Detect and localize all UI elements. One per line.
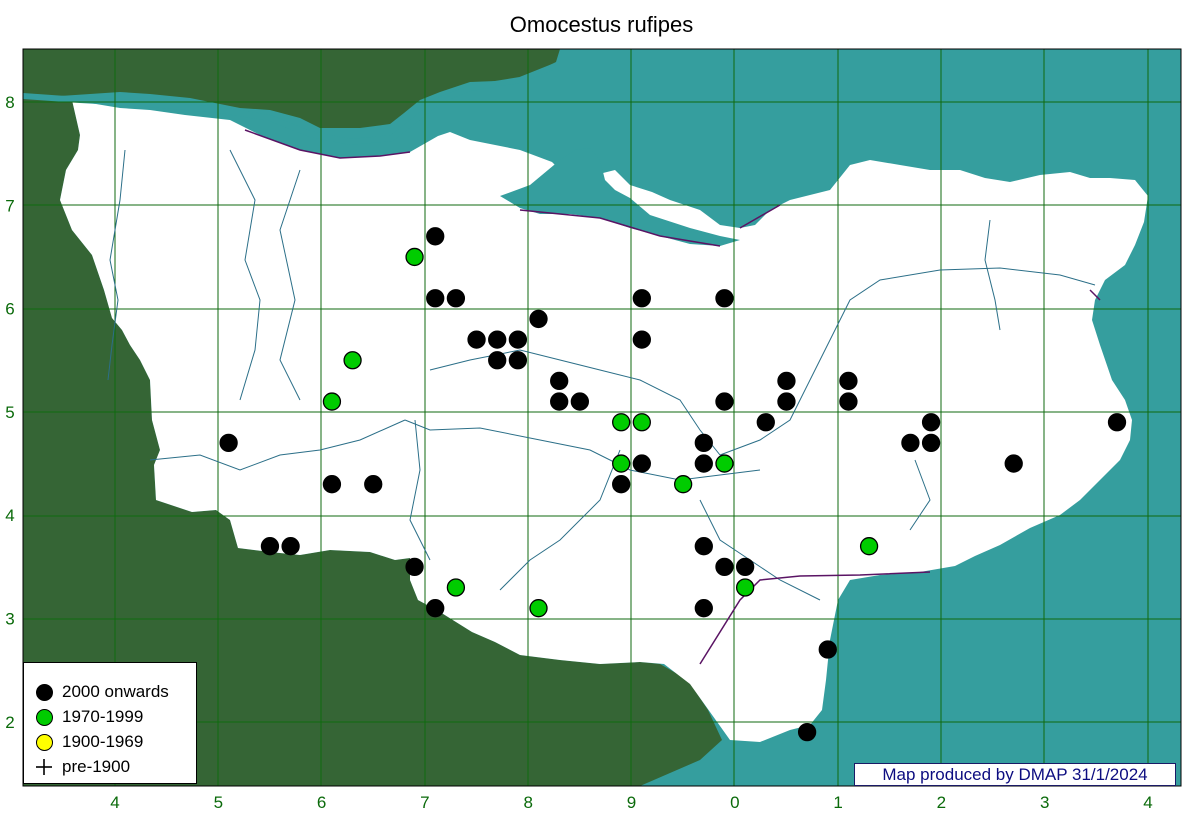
record-dot-2000-onwards (550, 392, 569, 411)
record-dot-2000-onwards (797, 722, 817, 742)
record-dot-2000-onwards (818, 640, 837, 659)
record-dot-2000-onwards (694, 537, 713, 556)
x-tick-label: 6 (317, 793, 326, 812)
record-dot-1970-1999 (405, 247, 424, 267)
x-tick-label: 1 (833, 793, 842, 812)
y-tick-label: 7 (5, 196, 14, 215)
record-dot-2000-onwards (529, 309, 548, 329)
record-dot-2000-onwards (921, 433, 941, 453)
record-dot-2000-onwards (260, 537, 280, 556)
x-tick-label: 3 (1040, 793, 1049, 812)
record-dot-2000-onwards (715, 392, 734, 411)
record-dot-2000-onwards (488, 330, 507, 349)
record-dot-2000-onwards (1004, 454, 1023, 473)
record-dot-2000-onwards (756, 413, 775, 432)
x-tick-label: 9 (627, 793, 636, 812)
record-dot-2000-onwards (467, 330, 486, 349)
legend-item-2000: 2000 onwards (34, 681, 169, 703)
record-dot-1970-1999 (322, 392, 342, 411)
green-dot-icon (35, 708, 53, 726)
x-tick-label: 4 (1143, 793, 1152, 812)
record-dot-2000-onwards (921, 413, 941, 432)
record-dot-2000-onwards (446, 289, 466, 308)
record-dot-2000-onwards (322, 475, 342, 494)
record-dot-2000-onwards (777, 371, 796, 391)
record-dot-1970-1999 (674, 475, 693, 494)
record-dot-2000-onwards (364, 475, 383, 494)
record-dot-1970-1999 (715, 454, 734, 473)
y-tick-label: 2 (5, 713, 14, 732)
record-dot-2000-onwards (219, 433, 238, 453)
record-dot-2000-onwards (426, 227, 445, 246)
record-dot-1970-1999 (343, 351, 362, 370)
record-dot-2000-onwards (426, 599, 445, 618)
record-dot-2000-onwards (839, 392, 858, 411)
record-dot-2000-onwards (632, 289, 651, 308)
record-dot-2000-onwards (777, 392, 796, 411)
record-dot-2000-onwards (488, 351, 507, 370)
map-credit: Map produced by DMAP 31/1/2024 (854, 763, 1176, 786)
legend-item-1900: 1900-1969 (34, 731, 143, 753)
record-dot-1970-1999 (735, 578, 755, 597)
record-dot-2000-onwards (508, 351, 528, 370)
legend-item-1970: 1970-1999 (34, 706, 143, 728)
y-tick-label: 6 (5, 300, 14, 319)
x-tick-label: 2 (937, 793, 946, 812)
legend-item-pre1900: pre-1900 (34, 756, 130, 778)
record-dot-2000-onwards (632, 454, 651, 473)
record-dot-2000-onwards (735, 557, 755, 576)
record-dot-1970-1999 (859, 537, 879, 556)
record-dot-2000-onwards (281, 537, 300, 556)
record-dot-2000-onwards (550, 371, 569, 391)
record-dot-2000-onwards (694, 599, 713, 618)
record-dot-1970-1999 (632, 413, 651, 432)
record-dot-2000-onwards (405, 557, 424, 576)
y-tick-label: 5 (5, 403, 14, 422)
y-tick-label: 4 (5, 506, 14, 525)
record-dot-2000-onwards (1107, 413, 1127, 432)
record-dot-2000-onwards (901, 433, 920, 453)
record-dot-1970-1999 (612, 413, 631, 432)
legend: 2000 onwards 1970-1999 1900-1969 pre-190… (23, 662, 197, 784)
legend-label: 1970-1999 (62, 707, 144, 726)
record-dot-1970-1999 (529, 599, 548, 618)
record-dot-2000-onwards (508, 330, 528, 349)
record-dot-2000-onwards (715, 289, 734, 308)
record-dot-2000-onwards (570, 392, 589, 411)
x-axis-ticks: 4 5 6 7 8 9 0 1 2 3 4 (110, 793, 1152, 812)
y-tick-label: 3 (5, 610, 14, 629)
x-tick-label: 8 (523, 793, 532, 812)
map-title: Omocestus rufipes (509, 12, 694, 37)
x-tick-label: 7 (420, 793, 429, 812)
y-tick-label: 8 (5, 93, 14, 112)
legend-label: 1900-1969 (62, 732, 144, 751)
record-dot-2000-onwards (715, 557, 734, 576)
record-dot-2000-onwards (426, 289, 445, 308)
x-tick-label: 4 (110, 793, 119, 812)
x-tick-label: 0 (730, 793, 739, 812)
record-dot-2000-onwards (694, 454, 713, 473)
plus-icon (36, 759, 52, 775)
record-dot-1970-1999 (446, 578, 466, 597)
x-tick-label: 5 (214, 793, 223, 812)
legend-label: 2000 onwards (62, 682, 169, 701)
y-axis-ticks: 8 7 6 5 4 3 2 (5, 93, 14, 732)
record-dot-1970-1999 (612, 454, 631, 473)
record-dot-2000-onwards (839, 371, 858, 391)
yellow-dot-icon (35, 733, 53, 751)
record-dot-2000-onwards (694, 433, 713, 453)
record-dot-2000-onwards (612, 475, 631, 494)
black-dot-icon (35, 683, 53, 701)
record-dot-2000-onwards (632, 330, 651, 349)
legend-label: pre-1900 (62, 757, 131, 776)
